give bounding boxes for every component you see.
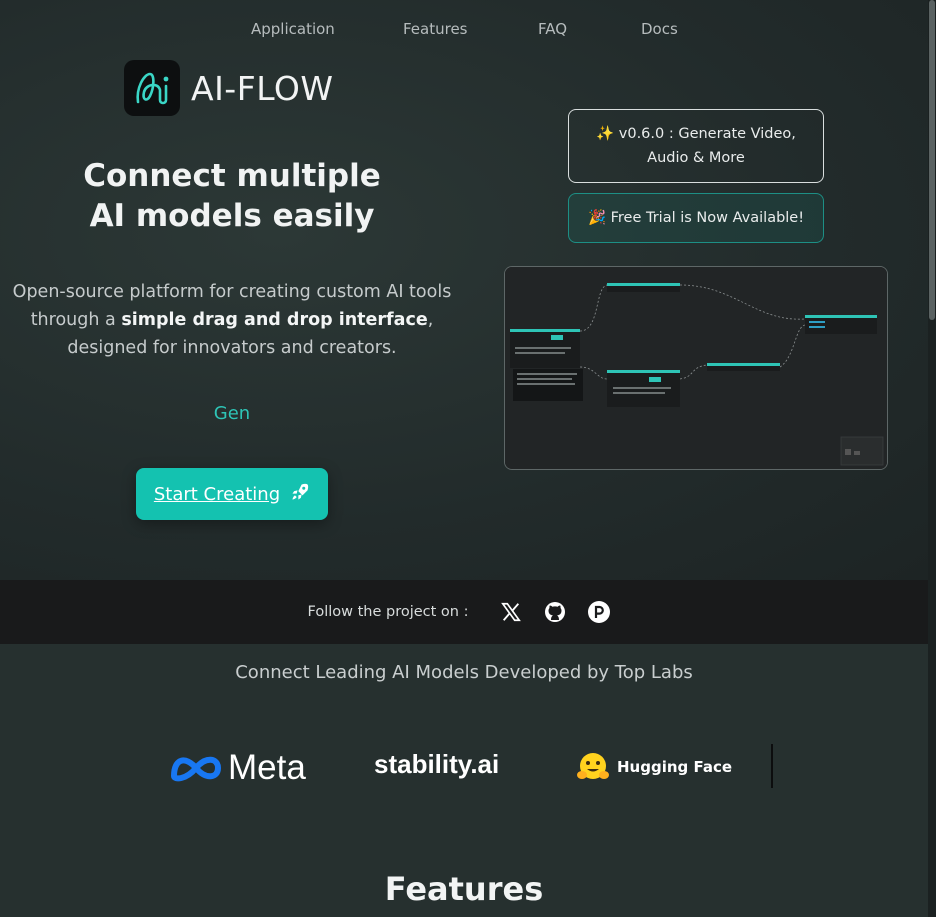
free-trial-banner[interactable]: 🎉 Free Trial is Now Available! (568, 193, 824, 243)
hugging-face-logo: Hugging Face (576, 751, 732, 783)
app-preview-image (504, 266, 888, 470)
hero-subtitle: Open-source platform for creating custom… (12, 278, 452, 362)
follow-bar: Follow the project on : (0, 580, 928, 644)
rocket-icon (290, 482, 310, 507)
scrollbar-thumb[interactable] (929, 0, 935, 320)
hugging-face-icon (577, 753, 609, 779)
x-icon[interactable] (499, 600, 523, 624)
headline-line-2: AI models easily (89, 198, 375, 234)
follow-label: Follow the project on : (307, 604, 469, 620)
ai-flow-logo-icon (124, 60, 180, 116)
headline-line-1: Connect multiple (83, 158, 381, 194)
labs-title: Connect Leading AI Models Developed by T… (235, 662, 693, 683)
nav-docs[interactable]: Docs (641, 20, 678, 38)
hugging-face-logo-text: Hugging Face (617, 758, 733, 776)
version-banner[interactable]: ✨ v0.6.0 : Generate Video, Audio & More (568, 109, 824, 183)
patreon-icon[interactable] (587, 600, 611, 624)
start-creating-button[interactable]: Start Creating (136, 468, 328, 520)
features-title: Features (384, 870, 544, 908)
brand-name: AI-FLOW (191, 68, 334, 108)
github-icon[interactable] (543, 600, 567, 624)
meta-logo-text: Meta (228, 748, 306, 787)
nav-faq[interactable]: FAQ (538, 20, 567, 38)
stability-logo-text: stability.ai (374, 749, 500, 779)
brand: AI-FLOW (124, 60, 334, 116)
subtitle-bold: simple drag and drop interface (121, 310, 428, 330)
logo-separator (771, 744, 773, 788)
stability-logo: stability.ai (374, 749, 499, 780)
hero-headline: Connect multiple AI models easily (52, 156, 412, 236)
top-nav: Application Features FAQ Docs (0, 20, 928, 44)
scrollbar[interactable] (928, 0, 936, 917)
typed-text: Gen (213, 403, 251, 424)
cta-label: Start Creating (153, 483, 281, 505)
nav-features[interactable]: Features (403, 20, 468, 38)
meta-logo: Meta (170, 748, 306, 788)
nav-application[interactable]: Application (251, 20, 335, 38)
